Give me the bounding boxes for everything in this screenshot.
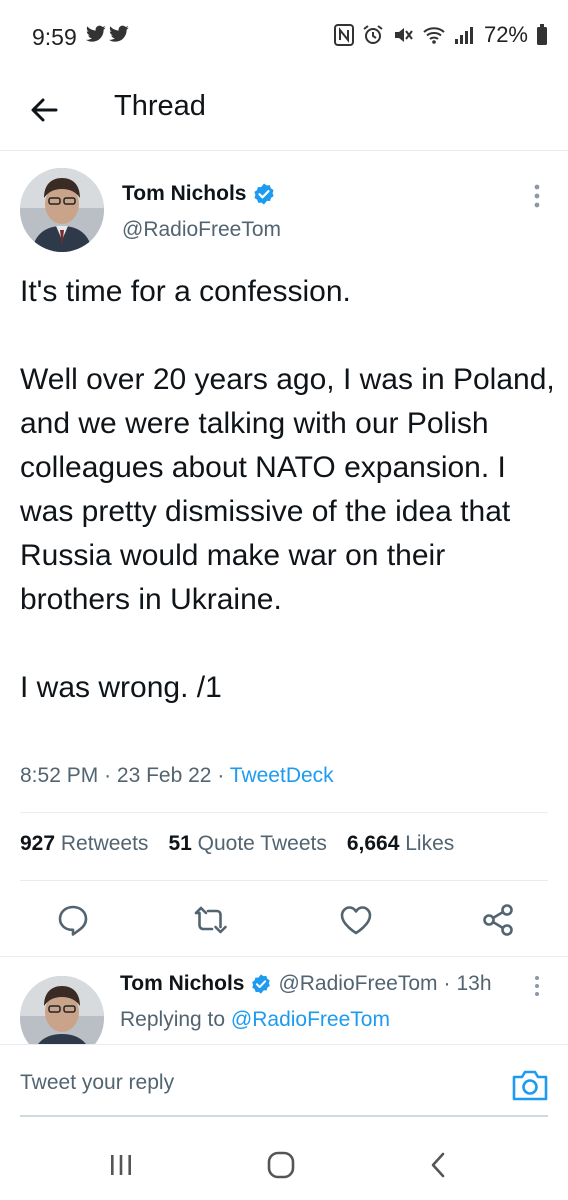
reply-author-name[interactable]: Tom Nichols bbox=[120, 972, 244, 996]
more-options-icon[interactable] bbox=[530, 182, 544, 210]
author-name[interactable]: Tom Nichols bbox=[122, 182, 276, 206]
twitter-icon bbox=[109, 25, 129, 42]
app-header: Thread bbox=[0, 76, 568, 151]
reply-input[interactable]: Tweet your reply bbox=[20, 1071, 174, 1095]
retweet-icon[interactable] bbox=[192, 902, 228, 938]
meta-separator: · bbox=[217, 764, 225, 787]
retweets-count: 927 bbox=[20, 832, 56, 855]
like-icon[interactable] bbox=[338, 902, 374, 938]
nfc-icon bbox=[333, 24, 354, 46]
tweet-paragraph: Well over 20 years ago, I was in Poland,… bbox=[20, 363, 555, 616]
verified-badge-icon bbox=[252, 974, 271, 994]
status-system-icons: 72% bbox=[333, 22, 548, 48]
page-title: Thread bbox=[114, 90, 206, 122]
retweets-stat[interactable]: 927 Retweets bbox=[20, 832, 148, 856]
author-handle[interactable]: @RadioFreeTom bbox=[122, 218, 281, 242]
retweets-label: Retweets bbox=[60, 832, 149, 855]
mute-icon bbox=[394, 28, 413, 42]
tweet-paragraph: It's time for a confession. bbox=[20, 275, 351, 308]
status-bar: 9:59 72% bbox=[0, 0, 568, 76]
tweet-text: It's time for a confession. Well over 20… bbox=[20, 270, 560, 710]
tweet-stats: 927 Retweets 51 Quote Tweets 6,664 Likes bbox=[20, 832, 454, 856]
share-icon[interactable] bbox=[480, 902, 516, 938]
reply-time: 13h bbox=[456, 972, 492, 995]
meta-separator: · bbox=[104, 764, 112, 787]
avatar-photo bbox=[20, 168, 104, 252]
status-notification-icons bbox=[86, 25, 129, 43]
composer-underline bbox=[20, 1115, 548, 1117]
back-nav-icon[interactable] bbox=[424, 1150, 454, 1180]
wifi-icon bbox=[423, 27, 445, 44]
reply-icon[interactable] bbox=[55, 902, 91, 938]
likes-count: 6,664 bbox=[346, 832, 400, 855]
likes-label: Likes bbox=[405, 832, 455, 855]
divider bbox=[20, 880, 548, 881]
status-time: 9:59 bbox=[32, 24, 77, 50]
tweet-date: 23 Feb 22 bbox=[116, 764, 212, 787]
battery-percent: 72% bbox=[483, 22, 528, 47]
divider bbox=[20, 812, 548, 813]
system-nav-bar bbox=[0, 1130, 568, 1200]
tweet-time: 8:52 PM bbox=[20, 764, 99, 787]
battery-icon bbox=[537, 24, 547, 45]
tweet-timestamp: 8:52 PM · 23 Feb 22 · TweetDeck bbox=[20, 764, 334, 788]
author-avatar[interactable] bbox=[20, 168, 104, 252]
tweet-actions bbox=[0, 896, 568, 946]
quote-tweets-stat[interactable]: 51 Quote Tweets bbox=[168, 832, 326, 856]
author-name-text: Tom Nichols bbox=[122, 182, 247, 205]
reply-author-handle[interactable]: @RadioFreeTom bbox=[278, 972, 437, 996]
more-options-icon[interactable] bbox=[532, 974, 542, 998]
quotes-count: 51 bbox=[168, 832, 192, 855]
replying-prefix: Replying to bbox=[120, 1008, 226, 1031]
quotes-label: Quote Tweets bbox=[197, 832, 327, 855]
home-icon[interactable] bbox=[266, 1150, 296, 1180]
likes-stat[interactable]: 6,664 Likes bbox=[347, 832, 454, 856]
twitter-icon bbox=[86, 25, 106, 42]
back-arrow-icon[interactable] bbox=[26, 92, 62, 128]
camera-icon[interactable] bbox=[510, 1067, 550, 1103]
replying-to: Replying to @RadioFreeTom bbox=[120, 1008, 390, 1032]
section-divider bbox=[0, 956, 568, 957]
meta-separator: · bbox=[443, 972, 451, 995]
signal-icon bbox=[454, 27, 473, 44]
reply-composer: Tweet your reply bbox=[0, 1044, 568, 1121]
verified-badge-icon bbox=[254, 183, 275, 205]
replying-to-mention[interactable]: @RadioFreeTom bbox=[231, 1008, 390, 1031]
recent-apps-icon[interactable] bbox=[106, 1150, 136, 1180]
tweet-paragraph: I was wrong. /1 bbox=[20, 671, 222, 704]
reply-header: Tom Nichols @RadioFreeTom · 13h bbox=[120, 972, 492, 996]
alarm-icon bbox=[363, 25, 383, 44]
tweet-source-link[interactable]: TweetDeck bbox=[230, 764, 334, 787]
